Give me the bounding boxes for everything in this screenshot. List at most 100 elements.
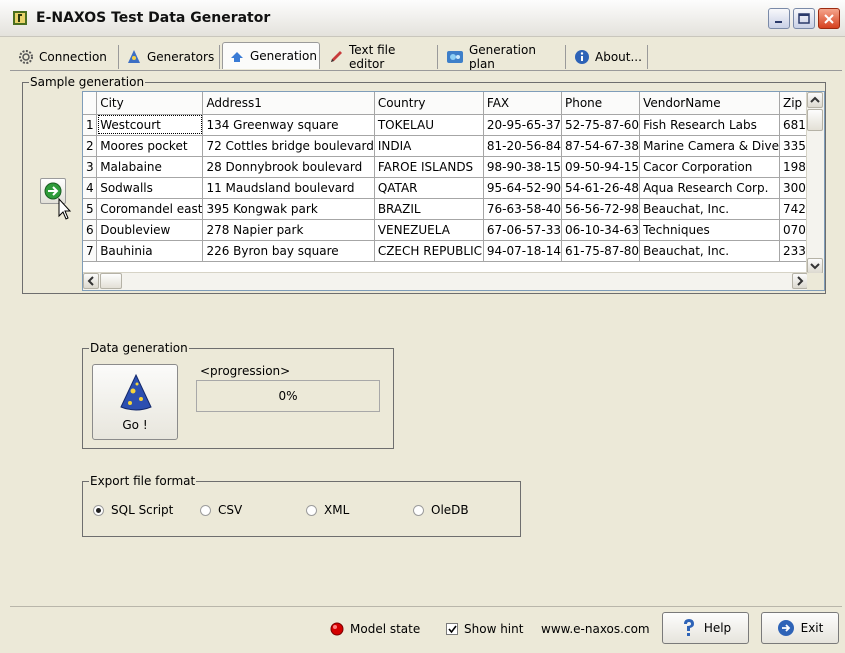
table-cell[interactable]: QATAR <box>374 177 484 199</box>
table-cell[interactable]: 11 Maudsland boulevard <box>202 177 375 199</box>
exit-icon <box>777 620 794 636</box>
column-header[interactable]: Country <box>374 92 484 115</box>
tab-generation[interactable]: Generation <box>222 42 320 69</box>
table-row[interactable]: 1 Westcourt 134 Greenway square TOKELAU 20-9… <box>83 114 824 136</box>
scroll-right-button[interactable] <box>792 273 808 289</box>
gear-icon <box>19 50 33 64</box>
tab-connection[interactable]: Connection <box>12 45 119 69</box>
tab-generators[interactable]: Generators <box>120 45 220 69</box>
sample-data-grid[interactable]: City Address1 Country FAX Phone VendorNa… <box>82 91 825 291</box>
table-cell[interactable]: 52-75-87-60 <box>561 114 641 136</box>
radio-sql-script[interactable]: SQL Script <box>93 503 173 517</box>
table-cell[interactable]: Aqua Research Corp. <box>639 177 780 199</box>
show-hint-label: Show hint <box>464 622 524 636</box>
table-cell[interactable]: Doubleview <box>96 219 204 241</box>
table-cell[interactable]: 278 Napier park <box>202 219 375 241</box>
table-cell[interactable]: 134 Greenway square <box>202 114 375 136</box>
row-header-corner <box>83 92 98 115</box>
table-cell[interactable]: 56-56-72-98 <box>561 198 641 220</box>
table-cell[interactable]: CZECH REPUBLIC <box>374 240 484 262</box>
tab-generation-plan[interactable]: Generation plan <box>440 43 566 71</box>
tab-text-file-editor[interactable]: Text file editor <box>322 43 438 71</box>
table-cell[interactable]: FAROE ISLANDS <box>374 156 484 178</box>
scroll-left-button[interactable] <box>83 273 99 289</box>
table-row[interactable]: 6 Doubleview 278 Napier park VENEZUELA 67-06… <box>83 219 824 241</box>
table-cell[interactable]: Marine Camera & Dive <box>639 135 780 157</box>
table-cell[interactable]: 09-50-94-15 <box>561 156 641 178</box>
help-button[interactable]: Help <box>662 612 749 644</box>
table-cell[interactable]: INDIA <box>374 135 484 157</box>
table-cell[interactable]: 72 Cottles bridge boulevard <box>202 135 375 157</box>
app-icon <box>13 11 27 25</box>
exit-button[interactable]: Exit <box>761 612 839 644</box>
table-cell[interactable]: Beauchat, Inc. <box>639 198 780 220</box>
website-text: www.e-naxos.com <box>541 622 650 636</box>
status-dot-icon <box>330 622 344 636</box>
radio-button[interactable] <box>200 504 211 516</box>
table-row[interactable]: 4 Sodwalls 11 Maudsland boulevard QATAR 95-6… <box>83 177 824 199</box>
vertical-scroll-thumb[interactable] <box>807 109 823 131</box>
table-cell[interactable]: Bauhinia <box>96 240 204 262</box>
radio-label: CSV <box>218 503 243 517</box>
table-cell[interactable]: 06-10-34-63 <box>561 219 641 241</box>
table-cell[interactable]: 87-54-67-38 <box>561 135 641 157</box>
scroll-down-button[interactable] <box>807 258 823 274</box>
table-cell[interactable]: 67-06-57-33 <box>483 219 562 241</box>
column-header[interactable]: Phone <box>561 92 641 115</box>
table-cell[interactable]: Beauchat, Inc. <box>639 240 780 262</box>
table-cell[interactable]: VENEZUELA <box>374 219 484 241</box>
table-cell[interactable]: Westcourt <box>96 114 204 136</box>
table-cell[interactable]: Malabaine <box>96 156 204 178</box>
radio-label: SQL Script <box>111 503 174 517</box>
app-window: E-NAXOS Test Data Generator Connection G… <box>0 0 845 653</box>
table-cell[interactable]: BRAZIL <box>374 198 484 220</box>
horizontal-scroll-thumb[interactable] <box>100 273 122 289</box>
column-header[interactable]: Address1 <box>202 92 375 115</box>
table-row[interactable]: 7 Bauhinia 226 Byron bay square CZECH REPUB… <box>83 240 824 262</box>
scroll-up-button[interactable] <box>807 92 823 108</box>
radio-button[interactable] <box>306 504 317 516</box>
table-row[interactable]: 5 Coromandel east 395 Kongwak park BRAZIL 76… <box>83 198 824 220</box>
radio-xml[interactable]: XML <box>306 503 349 517</box>
close-button[interactable] <box>818 8 840 29</box>
vertical-scrollbar[interactable] <box>806 92 824 274</box>
minimize-button[interactable] <box>768 8 790 29</box>
table-cell[interactable]: Coromandel east <box>96 198 204 220</box>
table-cell[interactable]: Sodwalls <box>96 177 204 199</box>
table-cell[interactable]: 61-75-87-80 <box>561 240 641 262</box>
column-header[interactable]: City <box>96 92 204 115</box>
table-cell[interactable]: 28 Donnybrook boulevard <box>202 156 375 178</box>
table-cell[interactable]: 76-63-58-40 <box>483 198 562 220</box>
table-cell[interactable]: 95-64-52-90 <box>483 177 562 199</box>
table-cell[interactable]: Moores pocket <box>96 135 204 157</box>
chevron-up-icon <box>810 96 820 103</box>
table-cell[interactable]: 395 Kongwak park <box>202 198 375 220</box>
radio-oledb[interactable]: OleDB <box>413 503 469 517</box>
table-row[interactable]: 3 Malabaine 28 Donnybrook boulevard FAROE I… <box>83 156 824 178</box>
table-row[interactable]: 2 Moores pocket 72 Cottles bridge boulevar… <box>83 135 824 157</box>
checkbox[interactable] <box>446 623 458 635</box>
table-cell[interactable]: Techniques <box>639 219 780 241</box>
tab-about[interactable]: About... <box>568 45 648 69</box>
column-header[interactable]: VendorName <box>639 92 780 115</box>
table-cell[interactable]: 226 Byron bay square <box>202 240 375 262</box>
show-hint-checkbox[interactable]: Show hint <box>446 622 523 636</box>
table-cell[interactable]: TOKELAU <box>374 114 484 136</box>
maximize-button[interactable] <box>793 8 815 29</box>
table-cell[interactable]: 94-07-18-14 <box>483 240 562 262</box>
table-cell[interactable]: Fish Research Labs <box>639 114 780 136</box>
row-number: 4 <box>83 177 98 199</box>
model-state-indicator: Model state <box>330 622 420 636</box>
column-header[interactable]: FAX <box>483 92 562 115</box>
tree-icon <box>128 50 140 63</box>
radio-csv[interactable]: CSV <box>200 503 242 517</box>
horizontal-scrollbar[interactable] <box>83 272 808 290</box>
table-cell[interactable]: Cacor Corporation <box>639 156 780 178</box>
table-cell[interactable]: 20-95-65-37 <box>483 114 562 136</box>
go-button[interactable]: Go ! <box>92 364 178 440</box>
radio-button[interactable] <box>93 504 104 516</box>
table-cell[interactable]: 98-90-38-15 <box>483 156 562 178</box>
table-cell[interactable]: 54-61-26-48 <box>561 177 641 199</box>
table-cell[interactable]: 81-20-56-84 <box>483 135 562 157</box>
radio-button[interactable] <box>413 504 424 516</box>
